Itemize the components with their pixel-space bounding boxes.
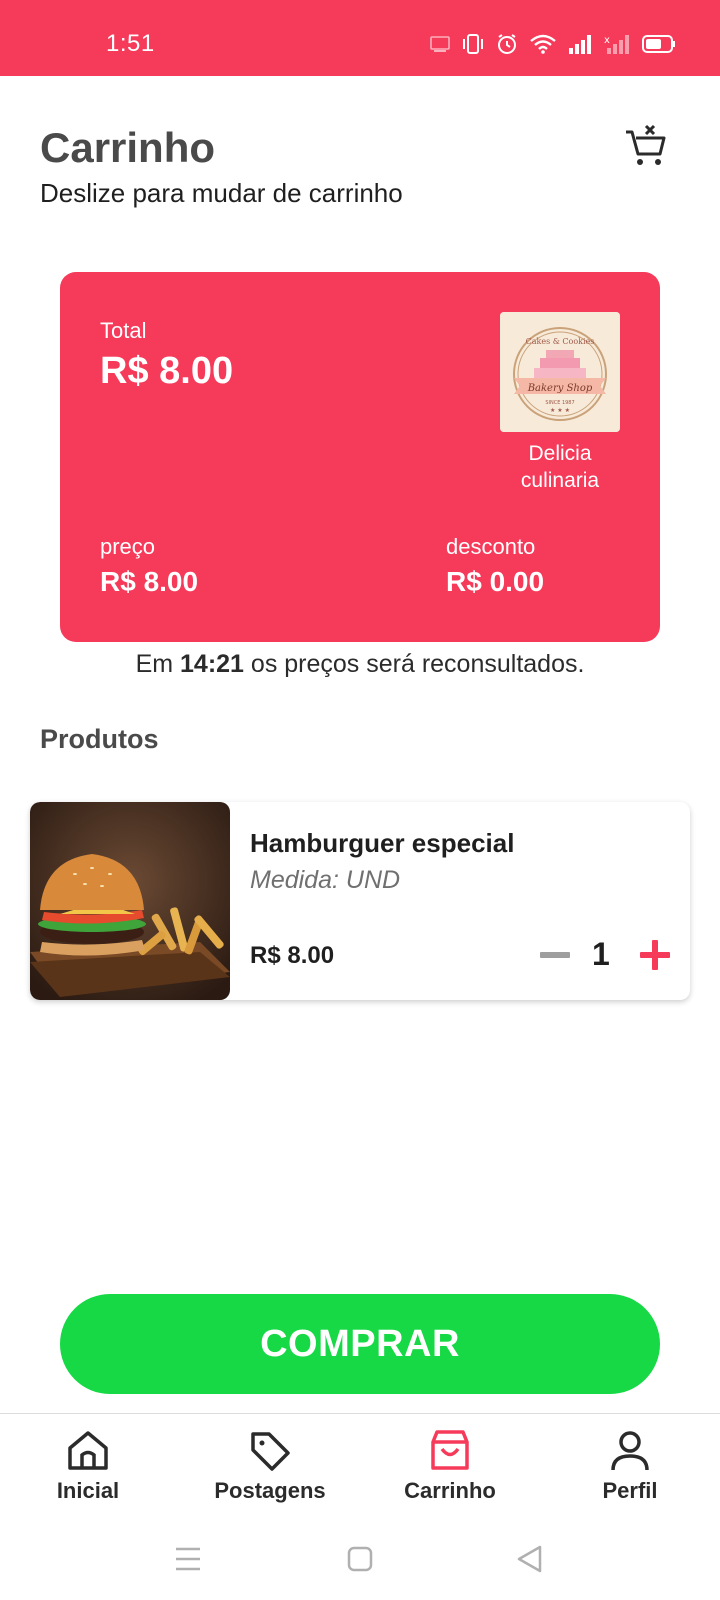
- product-unit: Medida: UND: [250, 866, 401, 894]
- shopping-bag-icon: [431, 1430, 469, 1470]
- reconsult-time: 14:21: [180, 650, 244, 678]
- svg-text:★ ★ ★: ★ ★ ★: [550, 407, 570, 414]
- increase-quantity-button[interactable]: [638, 938, 672, 972]
- logo-top-text: Cakes & Cookies: [526, 337, 595, 346]
- svg-text:x: x: [604, 35, 610, 46]
- bottom-nav: Inicial Postagens Carrinho Perfil: [0, 1413, 720, 1519]
- reconsult-notice: Em 14:21 os preços será reconsultados.: [0, 650, 720, 679]
- home-button-icon[interactable]: [340, 1539, 380, 1579]
- logo-bottom-text: SINCE 1987: [545, 400, 574, 406]
- product-image: [30, 802, 230, 1000]
- reconsult-prefix: Em: [135, 650, 174, 678]
- discount-label: desconto: [446, 534, 536, 559]
- minus-icon: [540, 952, 570, 958]
- nav-item-postagens[interactable]: Postagens: [190, 1428, 350, 1504]
- total-label: Total: [100, 318, 147, 343]
- price-value: R$ 8.00: [100, 566, 199, 597]
- products-section-title: Produtos: [40, 724, 159, 754]
- page-title: Carrinho: [40, 124, 216, 171]
- system-nav-bar: [0, 1519, 720, 1600]
- status-bar: 1:51 x: [0, 0, 720, 76]
- menu-icon[interactable]: [168, 1539, 208, 1579]
- status-icons: x: [430, 33, 676, 55]
- clear-cart-icon[interactable]: [624, 124, 668, 168]
- product-name: Hamburguer especial: [250, 828, 515, 858]
- total-value: R$ 8.00: [100, 350, 234, 392]
- quantity-value: 1: [592, 936, 610, 972]
- page-subtitle: Deslize para mudar de carrinho: [40, 178, 403, 208]
- nav-item-carrinho[interactable]: Carrinho: [370, 1428, 530, 1504]
- vibrate-icon: [462, 33, 484, 55]
- back-icon[interactable]: [510, 1539, 550, 1579]
- product-card[interactable]: Hamburguer especial Medida: UND R$ 8.00 …: [30, 802, 690, 1000]
- nav-item-inicial[interactable]: Inicial: [8, 1428, 168, 1504]
- product-price: R$ 8.00: [250, 942, 335, 969]
- plus-icon: [640, 940, 670, 970]
- store-logo: Cakes & Cookies Bakery Shop SINCE 1987 ★…: [500, 312, 620, 432]
- signal-off-icon: x: [604, 34, 630, 54]
- nav-label-perfil: Perfil: [602, 1478, 658, 1503]
- nav-label-carrinho: Carrinho: [404, 1478, 496, 1503]
- user-icon: [611, 1431, 649, 1471]
- wifi-icon: [530, 34, 556, 54]
- home-icon: [68, 1431, 108, 1470]
- status-time: 1:51: [106, 30, 155, 57]
- cast-icon: [430, 35, 450, 53]
- reconsult-suffix: os preços será reconsultados.: [250, 650, 585, 678]
- price-label: preço: [100, 534, 156, 559]
- discount-value: R$ 0.00: [446, 566, 545, 597]
- cart-summary-card[interactable]: Total R$ 8.00 Cakes & Cookies Bakery Sho…: [60, 272, 660, 642]
- tag-icon: [251, 1432, 290, 1471]
- nav-item-perfil[interactable]: Perfil: [550, 1428, 710, 1504]
- store-name: Delicia culinaria: [520, 442, 600, 492]
- nav-label-postagens: Postagens: [214, 1478, 326, 1503]
- alarm-icon: [496, 33, 518, 55]
- buy-button[interactable]: COMPRAR: [60, 1294, 660, 1394]
- decrease-quantity-button[interactable]: [538, 938, 572, 972]
- signal-icon: [568, 34, 592, 54]
- logo-ribbon-text: Bakery Shop: [527, 383, 593, 394]
- battery-icon: [642, 34, 676, 54]
- nav-label-inicial: Inicial: [56, 1478, 120, 1503]
